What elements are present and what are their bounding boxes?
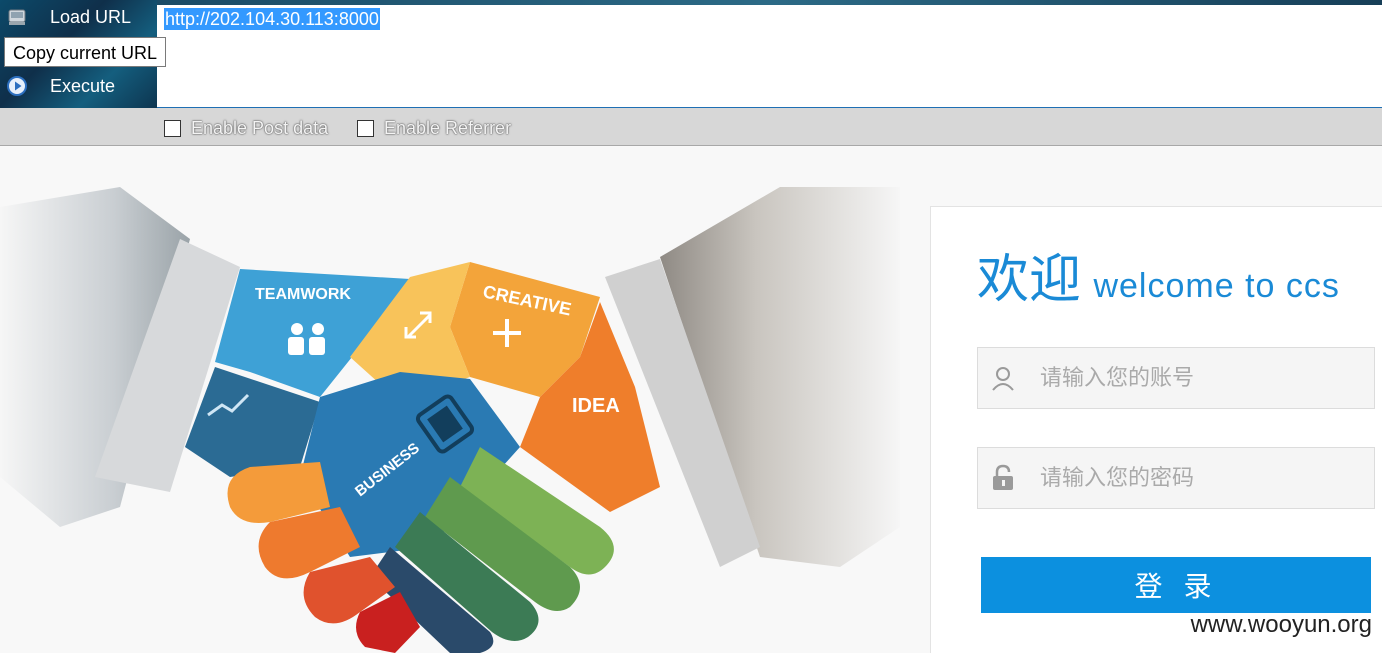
username-field [977,347,1375,409]
welcome-title-cn: 欢迎 [977,250,1082,310]
welcome-heading: 欢迎 welcome to ccs [977,237,1340,312]
execute-label: Execute [50,75,116,96]
lock-icon [978,448,1028,508]
enable-post-data-label: Enable Post data [191,117,329,138]
login-button[interactable]: 登 录 [981,557,1371,613]
enable-referrer-label: Enable Referrer [384,117,512,138]
load-url-label: Load URL [50,6,132,27]
login-card: 欢迎 welcome to ccs 登 录 [930,206,1382,653]
watermark-text: www.wooyun.org [1190,611,1372,638]
enable-post-data-option[interactable]: Enable Post data [164,118,328,138]
url-value: http://202.104.30.113:8000 [164,8,380,30]
enable-referrer-option[interactable]: Enable Referrer [357,118,511,138]
login-page: TEAMWORK CREATIVE IDEA BUSINESS 欢迎 welco… [0,147,1382,653]
play-icon [7,76,27,96]
hackbar-toolbar: Load URL Execute http://202.104.30.113:8… [0,0,1382,108]
load-url-button[interactable]: Load URL [0,2,157,32]
welcome-title-en: welcome to ccs [1093,267,1340,305]
execute-button[interactable]: Execute [0,71,157,101]
load-url-icon [8,9,26,25]
teamwork-label: TEAMWORK [255,286,351,303]
idea-label: IDEA [572,395,620,417]
password-field [977,447,1375,509]
user-icon [978,348,1028,408]
handshake-illustration: TEAMWORK CREATIVE IDEA BUSINESS [0,187,900,653]
options-bar: Enable Post data Enable Referrer [0,108,1382,146]
enable-post-data-checkbox[interactable] [164,119,181,137]
copy-url-tooltip: Copy current URL [4,37,167,67]
enable-referrer-checkbox[interactable] [357,119,374,137]
url-textarea[interactable]: http://202.104.30.113:8000 [157,5,1382,108]
username-input[interactable] [1028,348,1368,408]
password-input[interactable] [1028,448,1368,508]
